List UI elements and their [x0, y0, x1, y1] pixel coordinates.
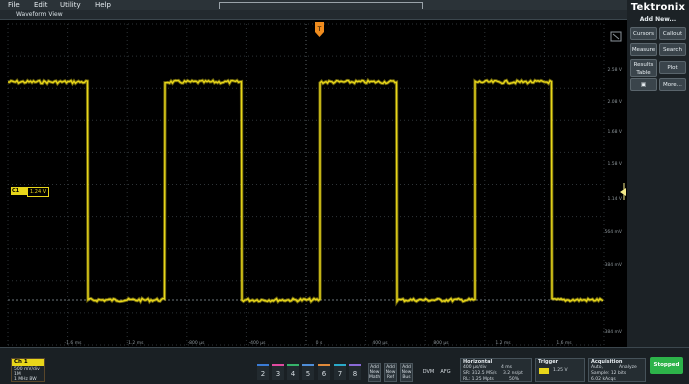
trigger-title: Trigger: [538, 359, 559, 365]
search-button[interactable]: Search: [659, 43, 686, 56]
run-stop-button[interactable]: Stopped: [650, 357, 683, 374]
menu-file[interactable]: File: [8, 0, 20, 10]
zoom-icon[interactable]: [610, 31, 622, 42]
trigger-level: 1.25 V: [553, 368, 568, 373]
x-tick-label: 0 s: [316, 340, 323, 346]
horizontal-position: 50%: [509, 377, 520, 382]
y-tick-label: 564 mV: [605, 229, 623, 235]
dvm-button[interactable]: DVM: [422, 365, 435, 380]
add-new-ref-button[interactable]: Add New Ref: [384, 363, 397, 382]
menu-help[interactable]: Help: [95, 0, 111, 10]
acquisition-mode: Auto,: [591, 365, 603, 370]
y-tick-label: 2.08 V: [607, 99, 622, 105]
side-panel: [627, 0, 689, 383]
view-title: Waveform View: [16, 11, 63, 18]
cursors-button[interactable]: Cursors: [630, 27, 657, 40]
x-tick-label: 800 µs: [433, 340, 449, 346]
acquisition-count: 6.02 kAcqs: [591, 377, 616, 382]
channel-8-button[interactable]: 8: [349, 364, 361, 380]
horizontal-scale: 400 µs/div: [463, 365, 487, 370]
x-tick-label: 1.2 ms: [495, 340, 511, 346]
menu-utility[interactable]: Utility: [60, 0, 81, 10]
trigger-edge-icon: [539, 368, 549, 374]
channel-1-offset: 1.24 V: [27, 187, 50, 197]
acquisition-analyze: Analyze: [619, 365, 637, 370]
horizontal-record-time: 4 ms: [501, 365, 513, 370]
plot-button[interactable]: Plot: [659, 61, 686, 74]
record-overview[interactable]: [219, 2, 423, 9]
channel-2-button[interactable]: 2: [257, 364, 269, 380]
channel-5-button[interactable]: 5: [302, 364, 314, 380]
add-new-bus-button[interactable]: Add New Bus: [400, 363, 413, 382]
acquisition-sample: Sample: 12 bits: [591, 371, 627, 376]
waveform-view[interactable]: 2.58 V 2.08 V 1.68 V 1.58 V 1.14 V 564 mV 384 …: [0, 20, 627, 347]
results-table-button[interactable]: Results Table: [630, 59, 657, 77]
x-tick-label: 400 µs: [372, 340, 388, 346]
svg-text:T: T: [317, 26, 322, 33]
y-tick-label: 384 mV: [605, 262, 623, 268]
view-title-bar: Waveform View: [0, 10, 627, 20]
more-button[interactable]: More...: [659, 78, 686, 91]
y-tick-label: 2.58 V: [607, 67, 622, 73]
y-tick-label: 1.68 V: [607, 129, 622, 135]
channel-6-button[interactable]: 6: [318, 364, 330, 380]
afg-button[interactable]: AFG: [439, 365, 452, 380]
menu-edit[interactable]: Edit: [34, 0, 48, 10]
acquisition-badge[interactable]: Acquisition Auto, Analyze Sample: 12 bit…: [588, 358, 646, 382]
horizontal-resolution: 3.2 ns/pt: [503, 371, 523, 376]
channel-3-button[interactable]: 3: [272, 364, 284, 380]
add-ref-line-3: Ref: [386, 375, 395, 380]
ch1-title: Ch 1: [12, 359, 44, 366]
channel-4-button[interactable]: 4: [287, 364, 299, 380]
y-tick-label: 1.58 V: [607, 161, 622, 167]
add-new-math-button[interactable]: Add New Math: [368, 363, 381, 382]
menu-bar: File Edit Utility Help: [0, 0, 627, 10]
y-tick-label: 1.14 V: [607, 196, 622, 202]
ch1-badge[interactable]: Ch 1 500 mV/div 1M 1 MHz BW: [11, 358, 45, 382]
x-tick-label: -1.2 ms: [127, 340, 145, 346]
ch1-bandwidth: 1 MHz BW: [14, 377, 37, 382]
horizontal-record-length: RL: 1.25 Mpts: [463, 377, 494, 382]
x-tick-label: 1.6 ms: [556, 340, 572, 346]
channel-1-marker[interactable]: C1: [11, 187, 27, 195]
add-math-line-3: Math: [369, 375, 381, 380]
y-tick-label: -384 mV: [603, 329, 623, 335]
horizontal-sample-rate: SR: 312.5 MS/s: [463, 371, 497, 376]
add-bus-line-3: Bus: [402, 375, 411, 380]
horizontal-badge[interactable]: Horizontal 400 µs/div 4 ms SR: 312.5 MS/…: [460, 358, 532, 382]
add-new-label: Add New...: [639, 16, 677, 23]
screenshot-icon[interactable]: ▣: [630, 78, 657, 91]
trigger-badge[interactable]: Trigger 1.25 V: [535, 358, 585, 382]
x-tick-label: -400 µs: [249, 340, 267, 346]
waveform-plot[interactable]: 2.58 V 2.08 V 1.68 V 1.58 V 1.14 V 564 mV 384 …: [0, 20, 627, 347]
callout-button[interactable]: Callout: [659, 27, 686, 40]
brand-logo: Tektronix: [630, 2, 686, 13]
measure-button[interactable]: Measure: [630, 43, 657, 56]
trigger-position-marker[interactable]: T: [315, 22, 324, 37]
x-tick-label: -800 µs: [188, 340, 206, 346]
channel-7-button[interactable]: 7: [334, 364, 346, 380]
x-tick-label: -1.6 ms: [65, 340, 83, 346]
